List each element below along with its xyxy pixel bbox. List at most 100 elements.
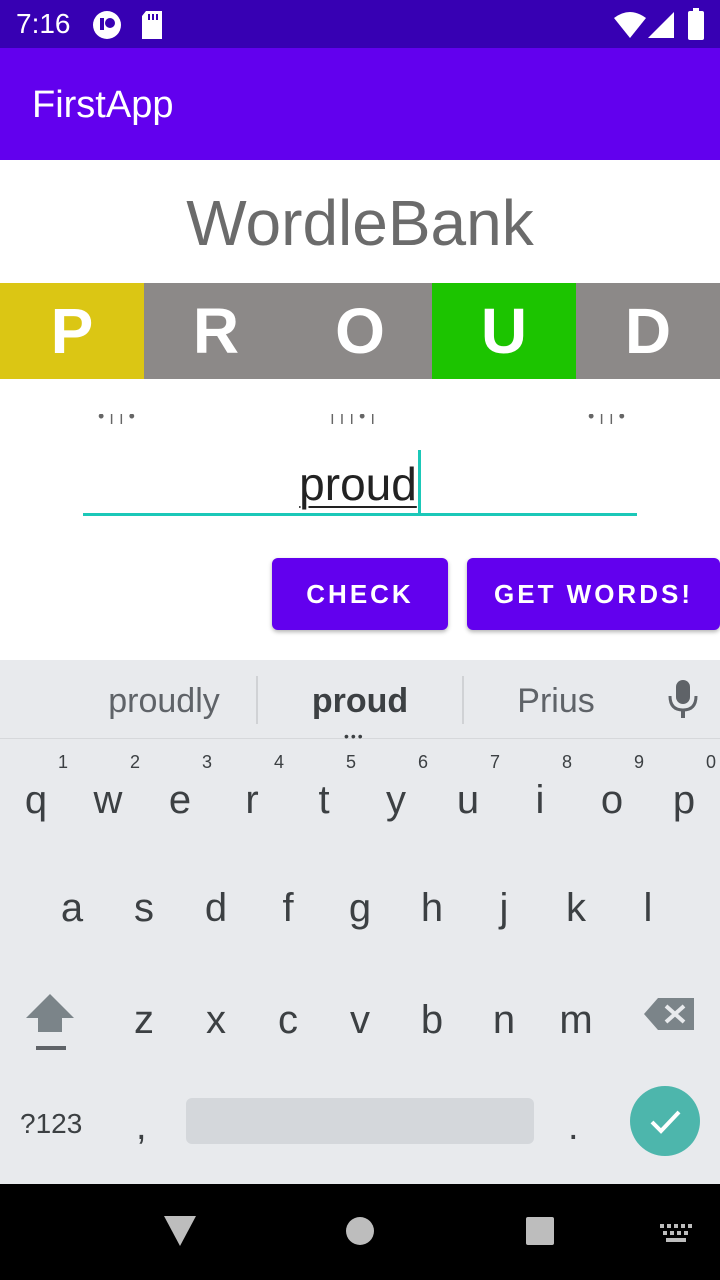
keyboard-key[interactable]: v bbox=[324, 970, 396, 1066]
comma-key[interactable]: , bbox=[136, 1106, 147, 1149]
key-label: y bbox=[386, 778, 406, 822]
sd-card-icon bbox=[140, 10, 164, 45]
period-key[interactable]: . bbox=[568, 1106, 579, 1149]
key-label: z bbox=[134, 998, 154, 1042]
text-cursor bbox=[417, 450, 421, 514]
keyboard-key[interactable]: i8 bbox=[504, 750, 576, 846]
backspace-icon[interactable] bbox=[644, 996, 696, 1037]
key-label: j bbox=[499, 886, 509, 930]
status-bar: 7:16 bbox=[0, 0, 720, 48]
keyboard-key[interactable]: y6 bbox=[360, 750, 432, 846]
home-icon[interactable] bbox=[345, 1216, 375, 1251]
key-hint: 4 bbox=[273, 752, 284, 772]
key-hint: 0 bbox=[705, 752, 716, 772]
space-bar[interactable] bbox=[186, 1098, 534, 1144]
keyboard-key[interactable]: g bbox=[324, 858, 396, 954]
suggestion-left[interactable]: proudly bbox=[84, 682, 244, 721]
keyboard-key[interactable]: m bbox=[540, 970, 612, 1066]
key-hint: 3 bbox=[201, 752, 212, 772]
word-input-text[interactable]: proud bbox=[83, 450, 637, 514]
keyboard-key[interactable]: h bbox=[396, 858, 468, 954]
notification-icon bbox=[92, 10, 122, 45]
key-label: r bbox=[245, 778, 259, 822]
keyboard-key[interactable]: l bbox=[612, 858, 684, 954]
letter-tile: U bbox=[432, 283, 576, 379]
key-label: d bbox=[204, 886, 228, 930]
page-title: WordleBank bbox=[186, 187, 534, 259]
keyboard-key[interactable]: s bbox=[108, 858, 180, 954]
key-label: m bbox=[559, 998, 593, 1042]
key-label: b bbox=[420, 998, 444, 1042]
cell-signal-icon bbox=[648, 12, 676, 43]
key-label: h bbox=[420, 886, 444, 930]
keyboard-key[interactable]: r4 bbox=[216, 750, 288, 846]
shift-key[interactable] bbox=[24, 992, 76, 1059]
keyboard-key[interactable]: e3 bbox=[144, 750, 216, 846]
keyboard-key[interactable]: x bbox=[180, 970, 252, 1066]
key-hint: 1 bbox=[57, 752, 68, 772]
app-title: FirstApp bbox=[32, 84, 174, 126]
key-label: q bbox=[24, 778, 48, 822]
input-underline bbox=[83, 513, 637, 516]
recents-icon[interactable] bbox=[525, 1216, 555, 1251]
suggestion-strip: proudly proud ••• Prius bbox=[0, 660, 720, 744]
check-button[interactable]: CHECK bbox=[272, 558, 448, 630]
more-suggestions-icon[interactable]: ••• bbox=[344, 728, 365, 744]
key-hint: 5 bbox=[345, 752, 356, 772]
back-icon[interactable] bbox=[164, 1216, 196, 1251]
key-label: k bbox=[566, 886, 586, 930]
word-input[interactable]: proud bbox=[83, 440, 637, 516]
word-input-value: proud bbox=[299, 458, 417, 510]
letter-tile: R bbox=[144, 283, 288, 379]
keyboard-key[interactable]: b bbox=[396, 970, 468, 1066]
suggestion-center[interactable]: proud bbox=[270, 682, 450, 721]
key-hint: 2 bbox=[129, 752, 140, 772]
soft-keyboard: proudly proud ••• Prius q1w2e3r4t5y6u7i8… bbox=[0, 660, 720, 1184]
hidden-text-row: • | | • | | | • | • | | • bbox=[98, 414, 625, 424]
keyboard-key[interactable]: n bbox=[468, 970, 540, 1066]
key-label: i bbox=[535, 778, 545, 822]
key-hint: 7 bbox=[489, 752, 500, 772]
suggestion-right[interactable]: Prius bbox=[476, 682, 636, 721]
key-label: v bbox=[350, 998, 370, 1042]
key-label: x bbox=[206, 998, 226, 1042]
letter-tile: D bbox=[576, 283, 720, 379]
key-label: t bbox=[318, 778, 330, 822]
keyboard-key[interactable]: t5 bbox=[288, 750, 360, 846]
status-time: 7:16 bbox=[16, 8, 71, 39]
keyboard-key[interactable]: w2 bbox=[72, 750, 144, 846]
keyboard-key[interactable]: a bbox=[36, 858, 108, 954]
keyboard-key[interactable]: z bbox=[108, 970, 180, 1066]
letter-tile: O bbox=[288, 283, 432, 379]
key-label: a bbox=[60, 886, 84, 930]
keyboard-key[interactable]: p0 bbox=[648, 750, 720, 846]
key-label: e bbox=[168, 778, 192, 822]
keyboard-key[interactable]: k bbox=[540, 858, 612, 954]
keyboard-key[interactable]: j bbox=[468, 858, 540, 954]
wifi-icon bbox=[614, 12, 646, 43]
key-label: f bbox=[282, 886, 294, 930]
suggestion-divider bbox=[256, 676, 258, 724]
key-label: s bbox=[134, 886, 154, 930]
letter-tiles: PROUD bbox=[0, 283, 720, 379]
keyboard-switch-icon[interactable] bbox=[660, 1224, 692, 1247]
enter-key[interactable] bbox=[630, 1086, 700, 1156]
app-bar: FirstApp bbox=[0, 48, 720, 160]
key-label: w bbox=[93, 778, 123, 822]
key-label: p bbox=[672, 778, 696, 822]
keyboard-key[interactable]: o9 bbox=[576, 750, 648, 846]
keyboard-key[interactable]: u7 bbox=[432, 750, 504, 846]
key-label: u bbox=[456, 778, 480, 822]
keyboard-key[interactable]: q1 bbox=[0, 750, 72, 846]
microphone-icon[interactable] bbox=[666, 678, 700, 725]
keyboard-key[interactable]: d bbox=[180, 858, 252, 954]
navigation-bar bbox=[0, 1184, 720, 1280]
keyboard-key[interactable]: c bbox=[252, 970, 324, 1066]
get-words-button[interactable]: GET WORDS! bbox=[467, 558, 720, 630]
keyboard-key[interactable]: f bbox=[252, 858, 324, 954]
key-label: g bbox=[348, 886, 372, 930]
symbols-key[interactable]: ?123 bbox=[20, 1108, 82, 1140]
key-label: n bbox=[492, 998, 516, 1042]
letter-tile: P bbox=[0, 283, 144, 379]
key-hint: 6 bbox=[417, 752, 428, 772]
